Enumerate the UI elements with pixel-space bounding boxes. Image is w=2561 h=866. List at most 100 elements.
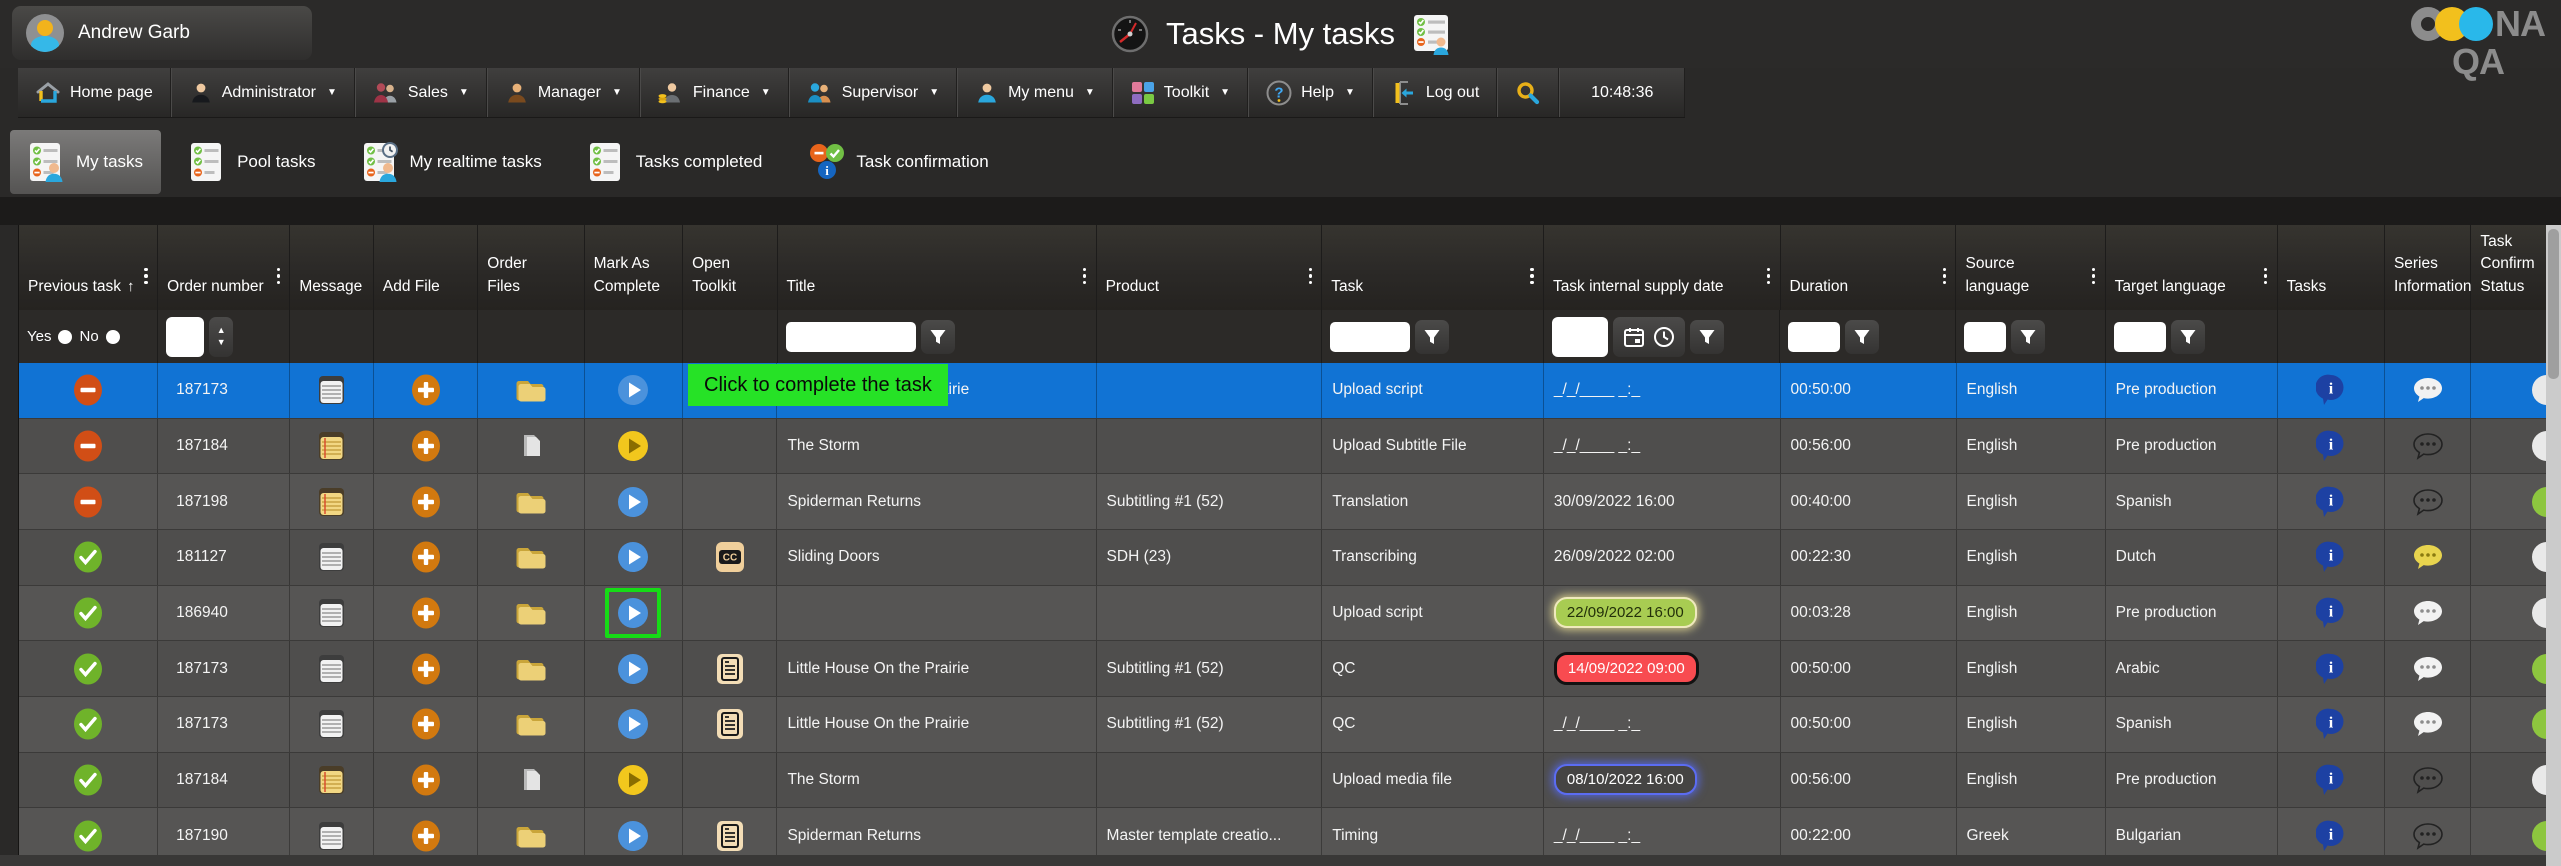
number-spinner[interactable]: ▲▼ — [209, 317, 233, 357]
open-toolkit-doc-icon[interactable] — [716, 820, 744, 852]
task-info-icon[interactable]: i — [2316, 485, 2346, 519]
column-menu-kebab-icon[interactable] — [1524, 259, 1540, 293]
column-header-title[interactable]: Title — [778, 225, 1097, 310]
order-files-folder-icon[interactable] — [515, 711, 547, 737]
add-file-icon[interactable] — [411, 764, 441, 796]
add-file-icon[interactable] — [411, 374, 441, 406]
table-row[interactable]: 187173Little House On the PrairieSubtitl… — [19, 697, 2547, 753]
supply-date-filter-input[interactable] — [1552, 317, 1608, 357]
add-file-icon[interactable] — [411, 708, 441, 740]
add-file-icon[interactable] — [411, 486, 441, 518]
date-picker-buttons[interactable] — [1613, 317, 1685, 357]
mark-complete-play-icon[interactable] — [617, 708, 649, 740]
mark-complete-play-icon[interactable] — [617, 374, 649, 406]
order-files-folder-icon[interactable] — [518, 766, 544, 794]
column-header-mark_as_complete[interactable]: Mark As Complete — [585, 225, 683, 310]
scrollbar-thumb[interactable] — [2548, 229, 2559, 379]
menu-item-sales[interactable]: Sales▼ — [355, 68, 487, 117]
open-toolkit-doc-icon[interactable] — [716, 653, 744, 685]
task-info-icon[interactable]: i — [2316, 429, 2346, 463]
title-filter-input[interactable] — [786, 322, 916, 352]
menu-item-supervisor[interactable]: Supervisor▼ — [789, 68, 957, 117]
mark-complete-play-icon[interactable] — [617, 541, 649, 573]
task-info-icon[interactable]: i — [2316, 707, 2346, 741]
message-notepad-icon[interactable] — [318, 765, 345, 795]
order-files-folder-icon[interactable] — [515, 489, 547, 515]
column-menu-kebab-icon[interactable] — [2086, 259, 2102, 293]
message-notepad-icon[interactable] — [318, 431, 345, 461]
order-files-folder-icon[interactable] — [518, 432, 544, 460]
add-file-icon[interactable] — [411, 653, 441, 685]
mark-complete-play-icon[interactable] — [617, 597, 649, 629]
tab-task-confirmation[interactable]: iTask confirmation — [790, 130, 1006, 194]
table-row[interactable]: 181127CCSliding DoorsSDH (23)Transcribin… — [19, 530, 2547, 586]
menu-item-search[interactable] — [1497, 68, 1559, 117]
column-header-add_file[interactable]: Add File — [374, 225, 478, 310]
filter-funnel-button[interactable] — [1845, 320, 1879, 354]
menu-item-log-out[interactable]: Log out — [1373, 68, 1497, 117]
tab-pool-tasks[interactable]: Pool tasks — [171, 130, 333, 194]
series-comment-bubble-icon[interactable] — [2412, 376, 2444, 404]
menu-item-help[interactable]: ?Help▼ — [1248, 68, 1373, 117]
message-notepad-icon[interactable] — [318, 542, 345, 572]
calendar-icon[interactable] — [1623, 326, 1645, 348]
order-files-folder-icon[interactable] — [515, 600, 547, 626]
add-file-icon[interactable] — [411, 597, 441, 629]
mark-complete-play-icon[interactable] — [617, 764, 649, 796]
table-row[interactable]: 187184The StormUpload Subtitle File_/_/_… — [19, 419, 2547, 475]
series-comment-bubble-icon[interactable] — [2412, 710, 2444, 738]
column-menu-kebab-icon[interactable] — [1936, 259, 1952, 293]
series-comment-bubble-icon[interactable] — [2412, 599, 2444, 627]
filter-no-radio[interactable] — [106, 330, 120, 344]
mark-complete-play-icon[interactable] — [617, 653, 649, 685]
user-chip[interactable]: Andrew Garb — [12, 6, 312, 60]
column-header-duration[interactable]: Duration — [1781, 225, 1957, 310]
task-filter-input[interactable] — [1330, 322, 1410, 352]
order-files-folder-icon[interactable] — [515, 656, 547, 682]
complete-highlight-box[interactable] — [605, 588, 661, 638]
menu-item-manager[interactable]: Manager▼ — [487, 68, 640, 117]
table-row[interactable]: 187173Little House On the PrairieSubtitl… — [19, 641, 2547, 697]
series-comment-bubble-icon[interactable] — [2412, 543, 2444, 571]
filter-funnel-button[interactable] — [1690, 320, 1724, 354]
task-info-icon[interactable]: i — [2316, 652, 2346, 686]
task-info-icon[interactable]: i — [2316, 596, 2346, 630]
message-notepad-icon[interactable] — [318, 709, 345, 739]
menu-item-toolkit[interactable]: Toolkit▼ — [1113, 68, 1248, 117]
column-header-task[interactable]: Task — [1322, 225, 1544, 310]
vertical-scrollbar[interactable] — [2546, 225, 2561, 866]
column-menu-kebab-icon[interactable] — [1761, 259, 1777, 293]
column-header-product[interactable]: Product — [1097, 225, 1323, 310]
column-header-source_language[interactable]: Source language — [1956, 225, 2105, 310]
column-header-order_number[interactable]: Order number — [158, 225, 290, 310]
filter-funnel-button[interactable] — [921, 320, 955, 354]
series-comment-bubble-icon[interactable] — [2412, 432, 2444, 460]
tab-tasks-completed[interactable]: Tasks completed — [570, 130, 781, 194]
task-info-icon[interactable]: i — [2316, 763, 2346, 797]
order-files-folder-icon[interactable] — [515, 377, 547, 403]
task-info-icon[interactable]: i — [2316, 819, 2346, 853]
open-toolkit-cc-icon[interactable]: CC — [715, 541, 745, 573]
column-header-target_language[interactable]: Target language — [2106, 225, 2278, 310]
order-files-folder-icon[interactable] — [515, 823, 547, 849]
column-menu-kebab-icon[interactable] — [1302, 259, 1318, 293]
column-header-supply_date[interactable]: Task internal supply date — [1544, 225, 1781, 310]
mark-complete-play-icon[interactable] — [617, 430, 649, 462]
mark-complete-play-icon[interactable] — [617, 820, 649, 852]
add-file-icon[interactable] — [411, 430, 441, 462]
add-file-icon[interactable] — [411, 820, 441, 852]
table-row[interactable]: 187198Spiderman ReturnsSubtitling #1 (52… — [19, 474, 2547, 530]
menu-item-administrator[interactable]: Administrator▼ — [171, 68, 355, 117]
table-row[interactable]: 186940Upload script22/09/2022 16:0000:03… — [19, 586, 2547, 642]
column-menu-kebab-icon[interactable] — [1077, 259, 1093, 293]
menu-item-my-menu[interactable]: My menu▼ — [957, 68, 1113, 117]
message-notepad-icon[interactable] — [318, 375, 345, 405]
filter-yes-radio[interactable] — [58, 330, 72, 344]
task-info-icon[interactable]: i — [2316, 373, 2346, 407]
column-header-tasks[interactable]: Tasks — [2278, 225, 2385, 310]
duration-filter-input[interactable] — [1788, 322, 1840, 352]
filter-funnel-button[interactable] — [1415, 320, 1449, 354]
message-notepad-icon[interactable] — [318, 654, 345, 684]
column-menu-kebab-icon[interactable] — [138, 259, 154, 293]
target_language-filter-input[interactable] — [2114, 322, 2166, 352]
